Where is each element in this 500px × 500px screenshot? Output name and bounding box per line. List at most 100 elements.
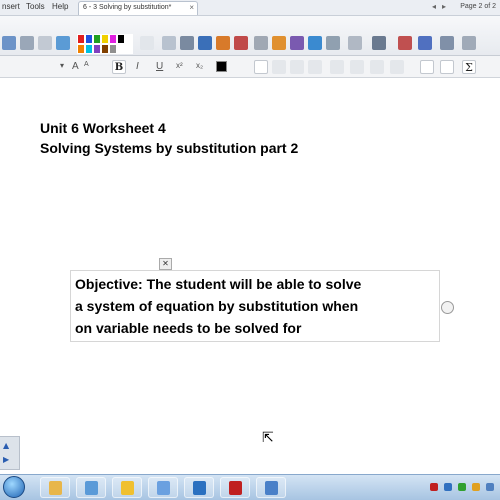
- palette-swatch[interactable]: [85, 44, 93, 54]
- menu-help[interactable]: Help: [52, 2, 68, 11]
- start-button[interactable]: [3, 476, 25, 498]
- align-center-icon[interactable]: [272, 60, 286, 74]
- page-next-icon[interactable]: ▸: [442, 2, 446, 11]
- grid-icon[interactable]: [440, 60, 454, 74]
- palette-swatch[interactable]: [125, 44, 133, 54]
- objective-line-1: Objective: The student will be able to s…: [75, 276, 362, 292]
- fill-icon[interactable]: [290, 36, 304, 50]
- menu-insert[interactable]: nsert: [2, 2, 20, 11]
- notebook-icon: [157, 481, 170, 495]
- justify-icon[interactable]: [308, 60, 322, 74]
- highlighter-icon[interactable]: [216, 36, 230, 50]
- text-color-swatch[interactable]: [216, 61, 227, 72]
- pen-icon[interactable]: [180, 36, 194, 50]
- side-tab-next-icon[interactable]: ▶: [3, 455, 9, 464]
- tray-icon-1[interactable]: [430, 483, 438, 491]
- subscript-button[interactable]: x₂: [196, 61, 203, 70]
- word-icon: [193, 481, 206, 495]
- clear-icon[interactable]: [38, 36, 52, 50]
- system-tray: [330, 475, 500, 500]
- page-indicator: Page 2 of 2: [460, 3, 496, 10]
- indent-icon[interactable]: [370, 60, 384, 74]
- delete-page-icon[interactable]: [20, 36, 34, 50]
- sigma-icon[interactable]: Σ: [462, 60, 476, 74]
- undo-icon[interactable]: [398, 36, 412, 50]
- close-textbox-icon[interactable]: ✕: [159, 258, 172, 270]
- font-size-dropdown[interactable]: ▾: [60, 61, 64, 70]
- browser-icon: [85, 481, 98, 495]
- new-page-icon[interactable]: [2, 36, 16, 50]
- bullets-icon[interactable]: [330, 60, 344, 74]
- objective-text: Objective: The student will be able to s…: [75, 273, 361, 339]
- page-prev-icon[interactable]: ◂: [432, 2, 436, 11]
- align-right-icon[interactable]: [290, 60, 304, 74]
- taskbar-app-notebook[interactable]: [148, 477, 178, 498]
- menu-bar: nsert Tools Help 6 - 3 Solving by substi…: [0, 0, 500, 16]
- folder-icon: [49, 481, 62, 495]
- italic-button[interactable]: I: [136, 61, 139, 72]
- pdf-icon: [229, 481, 242, 495]
- palette-swatch[interactable]: [85, 34, 93, 44]
- resize-handle[interactable]: [441, 301, 454, 314]
- palette-swatch[interactable]: [93, 44, 101, 54]
- shape-icon[interactable]: [272, 36, 286, 50]
- underline-button[interactable]: U: [156, 61, 163, 72]
- text-icon[interactable]: [308, 36, 322, 50]
- dots-icon[interactable]: [140, 36, 154, 50]
- side-tab-up-icon[interactable]: ▲: [3, 441, 9, 450]
- bold-button[interactable]: B: [112, 60, 126, 74]
- objective-textbox[interactable]: Objective: The student will be able to s…: [70, 270, 440, 342]
- grow-font-button[interactable]: A: [72, 61, 79, 72]
- numbering-icon[interactable]: [350, 60, 364, 74]
- palette-swatch[interactable]: [117, 34, 125, 44]
- screen-shade-icon[interactable]: [56, 36, 70, 50]
- table-insert-icon[interactable]: [420, 60, 434, 74]
- properties-icon[interactable]: [348, 36, 362, 50]
- document-tab-title: 6 - 3 Solving by substitution*: [83, 4, 172, 11]
- color-palette[interactable]: [77, 34, 133, 54]
- taskbar-app-browser[interactable]: [76, 477, 106, 498]
- eraser-icon[interactable]: [234, 36, 248, 50]
- palette-swatch[interactable]: [109, 44, 117, 54]
- whiteboard-canvas[interactable]: Unit 6 Worksheet 4 Solving Systems by su…: [0, 78, 500, 474]
- redo-icon[interactable]: [418, 36, 432, 50]
- taskbar-app-word[interactable]: [184, 477, 214, 498]
- tray-icon-2[interactable]: [444, 483, 452, 491]
- line-icon[interactable]: [254, 36, 268, 50]
- document-tab[interactable]: 6 - 3 Solving by substitution* ×: [78, 1, 198, 15]
- zoom-icon[interactable]: [440, 36, 454, 50]
- palette-swatch[interactable]: [125, 34, 133, 44]
- palette-swatch[interactable]: [101, 44, 109, 54]
- select-arrow-icon[interactable]: [162, 36, 176, 50]
- tray-icon-5[interactable]: [486, 483, 494, 491]
- palette-swatch[interactable]: [77, 34, 85, 44]
- fullscreen-icon[interactable]: [462, 36, 476, 50]
- palette-swatch[interactable]: [101, 34, 109, 44]
- shrink-font-button[interactable]: A: [84, 61, 89, 68]
- menu-tools[interactable]: Tools: [26, 2, 45, 11]
- objective-line-2: a system of equation by substitution whe…: [75, 298, 359, 314]
- capture-icon[interactable]: [372, 36, 386, 50]
- creative-pen-icon[interactable]: [198, 36, 212, 50]
- align-left-icon[interactable]: [254, 60, 268, 74]
- palette-swatch[interactable]: [93, 34, 101, 44]
- taskbar-app-media[interactable]: [112, 477, 142, 498]
- tray-icon-4[interactable]: [472, 483, 480, 491]
- objective-line-3: on variable needs to be solved for: [75, 320, 302, 336]
- superscript-button[interactable]: x²: [176, 61, 183, 70]
- table-icon[interactable]: [326, 36, 340, 50]
- close-tab-icon[interactable]: ×: [189, 3, 194, 12]
- outdent-icon[interactable]: [390, 60, 404, 74]
- worksheet-subtitle: Solving Systems by substitution part 2: [40, 140, 299, 156]
- side-panel-tab[interactable]: ▲ ▶: [0, 436, 20, 470]
- media-icon: [121, 481, 134, 495]
- palette-swatch[interactable]: [117, 44, 125, 54]
- palette-swatch[interactable]: [77, 44, 85, 54]
- tray-icon-3[interactable]: [458, 483, 466, 491]
- taskbar-app-screen[interactable]: [256, 477, 286, 498]
- taskbar-app-pdf[interactable]: [220, 477, 250, 498]
- taskbar-app-explorer[interactable]: [40, 477, 70, 498]
- palette-swatch[interactable]: [109, 34, 117, 44]
- windows-taskbar: [0, 474, 500, 500]
- worksheet-title: Unit 6 Worksheet 4: [40, 120, 166, 136]
